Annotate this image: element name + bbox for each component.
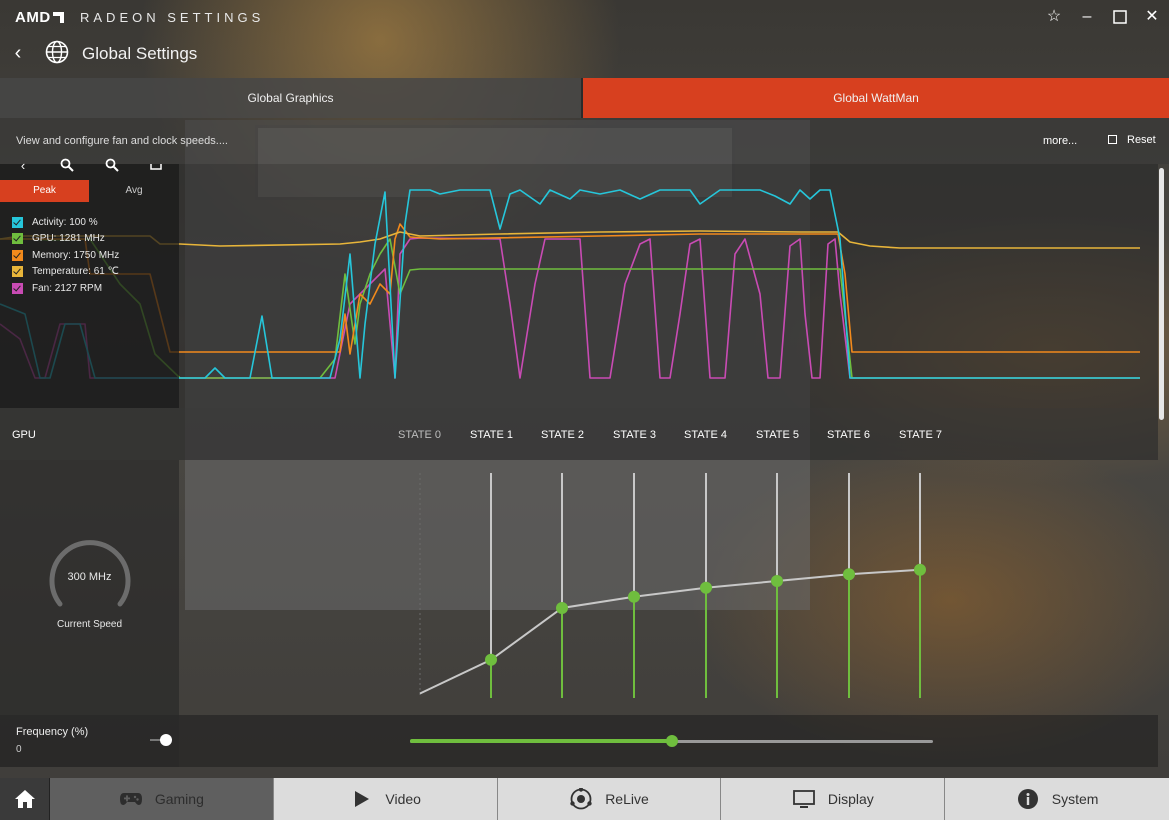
more-link[interactable]: more... bbox=[1043, 135, 1077, 147]
slider-knob[interactable] bbox=[665, 735, 678, 747]
frequency-panel: Frequency (%) 0 bbox=[0, 715, 179, 767]
nav-system-label: System bbox=[1051, 791, 1099, 807]
legend-label: Fan: 2127 RPM bbox=[32, 282, 103, 294]
state-4-handle[interactable] bbox=[700, 581, 712, 594]
tab-global-graphics[interactable]: Global Graphics bbox=[0, 78, 583, 118]
home-button[interactable] bbox=[0, 778, 50, 820]
state-4-label: STATE 4 bbox=[684, 429, 727, 441]
state-6-label: STATE 6 bbox=[827, 429, 870, 441]
chart-toolbar: ‹ bbox=[0, 158, 179, 180]
gpu-state-curve bbox=[419, 473, 926, 698]
play-icon bbox=[355, 791, 370, 807]
gpu-state-header: GPU STATE 0 STATE 1 STATE 2 STATE 3 STAT… bbox=[0, 408, 1158, 460]
favorite-star-icon[interactable]: ☆ bbox=[1044, 7, 1064, 27]
frequency-toggle[interactable] bbox=[150, 733, 174, 747]
nav-relive-label: ReLive bbox=[605, 791, 649, 807]
state-6-handle[interactable] bbox=[843, 568, 855, 581]
legend-item-temperature[interactable]: Temperature: 61 ℃ bbox=[12, 264, 119, 281]
zoom-in-icon[interactable] bbox=[56, 158, 78, 178]
globe-icon bbox=[45, 40, 69, 64]
maximize-button[interactable] bbox=[1110, 7, 1130, 27]
state-0-label: STATE 0 bbox=[398, 429, 441, 441]
legend-item-fan[interactable]: Fan: 2127 RPM bbox=[12, 280, 119, 297]
state-5-handle[interactable] bbox=[771, 575, 783, 587]
state-3-handle[interactable] bbox=[628, 590, 640, 603]
state-5-label: STATE 5 bbox=[756, 429, 799, 441]
expand-icon[interactable] bbox=[145, 158, 167, 178]
chart-back-icon[interactable]: ‹ bbox=[12, 158, 34, 178]
chart-legend: Activity: 100 % GPU: 1281 MHz Memory: 17… bbox=[12, 214, 119, 297]
gpu-section-label: GPU bbox=[12, 429, 36, 441]
nav-display-label: Display bbox=[827, 791, 874, 807]
state-1-handle[interactable] bbox=[485, 653, 497, 666]
gamepad-icon bbox=[119, 793, 142, 805]
state-2-handle[interactable] bbox=[556, 602, 568, 614]
legend-label: GPU: 1281 MHz bbox=[32, 233, 105, 245]
reset-icon bbox=[1108, 135, 1117, 144]
home-icon bbox=[15, 790, 35, 808]
scrollbar[interactable] bbox=[1159, 168, 1164, 420]
avg-button[interactable]: Avg bbox=[89, 180, 179, 202]
legend-label: Activity: 100 % bbox=[32, 216, 98, 228]
bottom-navigation: Gaming Video ReLive Display System bbox=[0, 778, 1169, 820]
nav-relive[interactable]: ReLive bbox=[497, 778, 722, 820]
tab-global-wattman[interactable]: Global WattMan bbox=[583, 78, 1169, 118]
page-title: Global Settings bbox=[82, 44, 198, 63]
nav-gaming-label: Gaming bbox=[154, 791, 204, 807]
minimize-button[interactable]: – bbox=[1077, 7, 1097, 27]
frequency-value: 0 bbox=[16, 744, 22, 755]
peak-button[interactable]: Peak bbox=[0, 180, 89, 202]
nav-gaming[interactable]: Gaming bbox=[49, 778, 274, 820]
maximize-icon bbox=[1113, 10, 1127, 24]
state-1-label: STATE 1 bbox=[470, 429, 513, 441]
nav-video-label: Video bbox=[385, 791, 421, 807]
legend-item-memory[interactable]: Memory: 1750 MHz bbox=[12, 247, 119, 264]
monitoring-chart-panel: ‹ Peak Avg Activity: 100 % GPU: 1281 MHz… bbox=[0, 158, 1158, 408]
nav-display[interactable]: Display bbox=[721, 778, 946, 820]
legend-label: Memory: 1750 MHz bbox=[32, 249, 120, 261]
state-3-label: STATE 3 bbox=[613, 429, 656, 441]
app-title: RADEON SETTINGS bbox=[80, 10, 265, 25]
state-7-label: STATE 7 bbox=[899, 429, 942, 441]
amd-arrow-icon bbox=[52, 12, 64, 23]
legend-label: Temperature: 61 ℃ bbox=[32, 266, 119, 278]
frequency-slider[interactable] bbox=[410, 735, 933, 747]
checkbox-icon[interactable] bbox=[12, 216, 23, 228]
state-curve-line bbox=[419, 568, 921, 695]
checkbox-icon[interactable] bbox=[12, 233, 23, 245]
legend-item-activity[interactable]: Activity: 100 % bbox=[12, 214, 119, 231]
page-header: ‹ Global Settings bbox=[0, 36, 1169, 78]
reset-button[interactable]: Reset bbox=[1108, 134, 1156, 146]
checkbox-icon[interactable] bbox=[12, 266, 23, 278]
slider-fill bbox=[410, 739, 672, 743]
info-icon bbox=[1017, 789, 1038, 809]
description-text: View and configure fan and clock speeds.… bbox=[16, 135, 228, 147]
state-7-handle[interactable] bbox=[914, 563, 926, 576]
state-2-label: STATE 2 bbox=[541, 429, 584, 441]
gpu-state-area: 300 MHz Current Speed bbox=[0, 460, 1158, 715]
checkbox-icon[interactable] bbox=[12, 282, 23, 294]
nav-system[interactable]: System bbox=[945, 778, 1169, 820]
nav-video[interactable]: Video bbox=[273, 778, 498, 820]
zoom-out-icon[interactable] bbox=[101, 158, 123, 178]
title-bar: AMD RADEON SETTINGS ☆ – ✕ bbox=[0, 0, 1169, 36]
amd-logo: AMD bbox=[15, 9, 64, 26]
frequency-label: Frequency (%) bbox=[16, 726, 89, 738]
back-arrow-icon[interactable]: ‹ bbox=[10, 42, 26, 65]
close-button[interactable]: ✕ bbox=[1142, 7, 1162, 27]
monitor-icon bbox=[792, 790, 815, 808]
chart-side-panel: ‹ Peak Avg Activity: 100 % GPU: 1281 MHz… bbox=[0, 158, 179, 408]
checkbox-icon[interactable] bbox=[12, 249, 23, 261]
frequency-row: Frequency (%) 0 bbox=[0, 715, 1158, 767]
tab-bar: Global Graphics Global WattMan bbox=[0, 78, 1169, 118]
description-bar: View and configure fan and clock speeds.… bbox=[0, 118, 1169, 164]
reset-label: Reset bbox=[1127, 134, 1156, 146]
brand-text: AMD bbox=[15, 9, 51, 26]
relive-icon bbox=[570, 788, 592, 810]
legend-item-gpu[interactable]: GPU: 1281 MHz bbox=[12, 231, 119, 248]
